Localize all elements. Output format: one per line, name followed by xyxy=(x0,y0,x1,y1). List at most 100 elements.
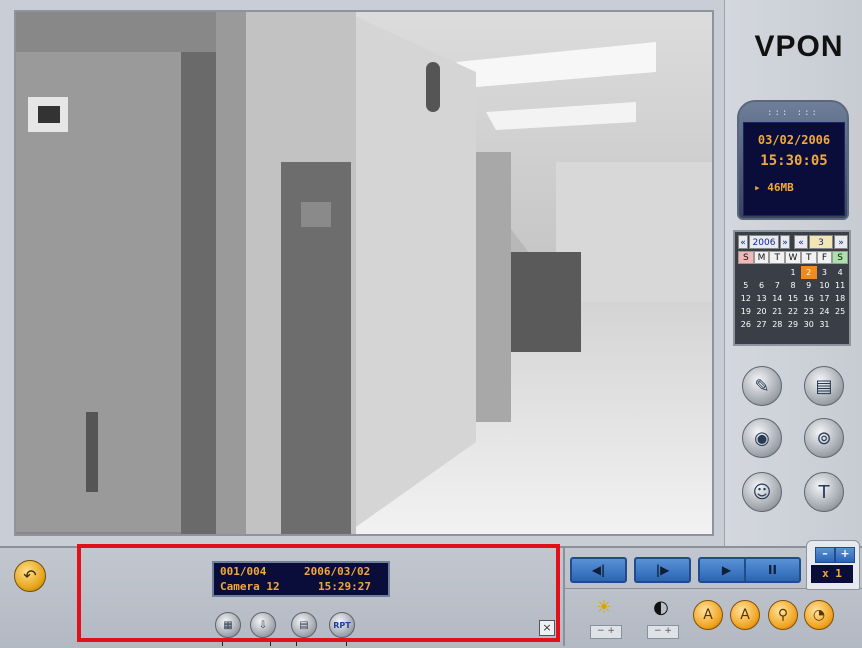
calendar-header: « 2006 » « 3 » xyxy=(738,235,848,249)
weekday-label: F xyxy=(816,251,833,264)
disk-icon: ◉ xyxy=(754,427,770,449)
list-icon: ▤ xyxy=(299,619,309,631)
calendar-day[interactable]: 13 xyxy=(754,292,770,305)
calendar-day[interactable]: 17 xyxy=(817,292,833,305)
text-icon: T xyxy=(818,481,830,503)
weekday-label: T xyxy=(769,251,786,264)
film-icon: ⊚ xyxy=(816,427,832,449)
calendar-day[interactable]: 21 xyxy=(769,305,785,318)
playback-date: 2006/03/02 xyxy=(304,565,371,578)
back-arrow-icon: ↶ xyxy=(23,566,37,585)
year-label: 2006 xyxy=(749,235,779,249)
speed-level: x 1 xyxy=(811,565,853,583)
export-button[interactable]: ⇩ xyxy=(250,612,276,638)
tick-mark xyxy=(270,640,271,646)
calendar-day[interactable]: 22 xyxy=(785,305,801,318)
edit-icon: ✎ xyxy=(754,375,770,397)
calendar-day[interactable]: 20 xyxy=(754,305,770,318)
calendar-day[interactable]: 15 xyxy=(785,292,801,305)
calendar-day[interactable]: 6 xyxy=(754,279,770,292)
month-label: 3 xyxy=(809,235,833,249)
calendar-day[interactable]: 7 xyxy=(769,279,785,292)
brightness-adjust[interactable]: − + xyxy=(590,625,622,639)
doc-button[interactable]: ▦ xyxy=(215,612,241,638)
calendar-day[interactable]: 28 xyxy=(769,318,785,331)
prev-month-button[interactable]: « xyxy=(794,235,808,249)
calendar-day[interactable]: 2 xyxy=(800,266,817,279)
calendar-day[interactable]: 3 xyxy=(817,266,833,279)
calendar-day xyxy=(832,318,848,331)
status-time: 15:30:05 xyxy=(760,153,828,169)
next-year-button[interactable]: » xyxy=(780,235,790,249)
calendar: « 2006 » « 3 » S M T W T F S 1 2 3 4 5 6 7 8 9 10… xyxy=(733,230,851,346)
calendar-day xyxy=(754,266,770,279)
pause-button[interactable]: II xyxy=(744,557,801,583)
weekday-label: W xyxy=(785,251,801,264)
calendar-day[interactable]: 5 xyxy=(738,279,754,292)
step-forward-button[interactable]: |▶ xyxy=(634,557,691,583)
search-button[interactable]: ⚲ xyxy=(768,600,798,630)
calendar-day[interactable]: 23 xyxy=(801,305,817,318)
tick-mark xyxy=(296,640,297,646)
close-button[interactable]: × xyxy=(539,620,555,636)
vpon-logo: VPON xyxy=(754,30,844,63)
channel-index: 001/004 xyxy=(220,565,267,578)
orange-button-b[interactable]: A xyxy=(730,600,760,630)
contrast-icon: ◐ xyxy=(653,597,669,618)
status-screen: 03/02/2006 15:30:05 ▸ 46MB xyxy=(743,122,845,216)
speed-minus-button[interactable]: – xyxy=(815,547,835,563)
weekday-label: S xyxy=(738,251,754,264)
calendar-day xyxy=(769,266,785,279)
list-button[interactable]: ▤ xyxy=(291,612,317,638)
export-icon: ⇩ xyxy=(258,619,268,631)
calendar-day[interactable]: 30 xyxy=(801,318,817,331)
calendar-day[interactable]: 14 xyxy=(769,292,785,305)
calendar-day[interactable]: 11 xyxy=(832,279,848,292)
contrast-adjust[interactable]: − + xyxy=(647,625,679,639)
calendar-day[interactable]: 16 xyxy=(801,292,817,305)
calendar-day xyxy=(738,266,754,279)
timer-button[interactable]: ◔ xyxy=(804,600,834,630)
calendar-day[interactable]: 9 xyxy=(801,279,817,292)
speed-plus-button[interactable]: + xyxy=(835,547,855,563)
report-label: RPT xyxy=(333,620,351,630)
calendar-day[interactable]: 31 xyxy=(817,318,833,331)
weekday-label: S xyxy=(832,251,848,264)
tick-mark xyxy=(222,640,223,646)
note-button[interactable]: ▤ xyxy=(804,366,844,406)
orange-button-a[interactable]: A xyxy=(693,600,723,630)
edit-button[interactable]: ✎ xyxy=(742,366,782,406)
calendar-day[interactable]: 10 xyxy=(817,279,833,292)
next-month-button[interactable]: » xyxy=(834,235,848,249)
film-button[interactable]: ⊚ xyxy=(804,418,844,458)
weekday-label: M xyxy=(753,251,770,264)
calendar-day[interactable]: 26 xyxy=(738,318,754,331)
calendar-day[interactable]: 12 xyxy=(738,292,754,305)
calendar-day[interactable]: 24 xyxy=(817,305,833,318)
calendar-day[interactable]: 19 xyxy=(738,305,754,318)
divider xyxy=(563,546,565,646)
prev-year-button[interactable]: « xyxy=(738,235,748,249)
calendar-day[interactable]: 27 xyxy=(754,318,770,331)
note-icon: ▤ xyxy=(815,375,833,397)
report-button[interactable]: RPT xyxy=(329,612,355,638)
disk-button[interactable]: ◉ xyxy=(742,418,782,458)
calendar-day[interactable]: 18 xyxy=(832,292,848,305)
user-icon: ☺ xyxy=(752,481,772,503)
user-button[interactable]: ☺ xyxy=(742,472,782,512)
calendar-day[interactable]: 1 xyxy=(785,266,801,279)
calendar-day[interactable]: 29 xyxy=(785,318,801,331)
speed-control: – + x 1 xyxy=(806,540,860,590)
camera-name: Camera 12 xyxy=(220,580,280,593)
calendar-day[interactable]: 25 xyxy=(832,305,848,318)
calendar-day[interactable]: 4 xyxy=(832,266,848,279)
step-back-button[interactable]: ◀| xyxy=(570,557,627,583)
back-button[interactable]: ↶ xyxy=(14,560,46,592)
camera-video-view[interactable] xyxy=(14,10,714,536)
tick-mark xyxy=(346,640,347,646)
text-button[interactable]: T xyxy=(804,472,844,512)
doc-icon: ▦ xyxy=(223,619,233,631)
brightness-icon: ☀ xyxy=(595,597,613,618)
status-display: ::: ::: 03/02/2006 15:30:05 ▸ 46MB xyxy=(737,100,849,220)
calendar-day[interactable]: 8 xyxy=(785,279,801,292)
